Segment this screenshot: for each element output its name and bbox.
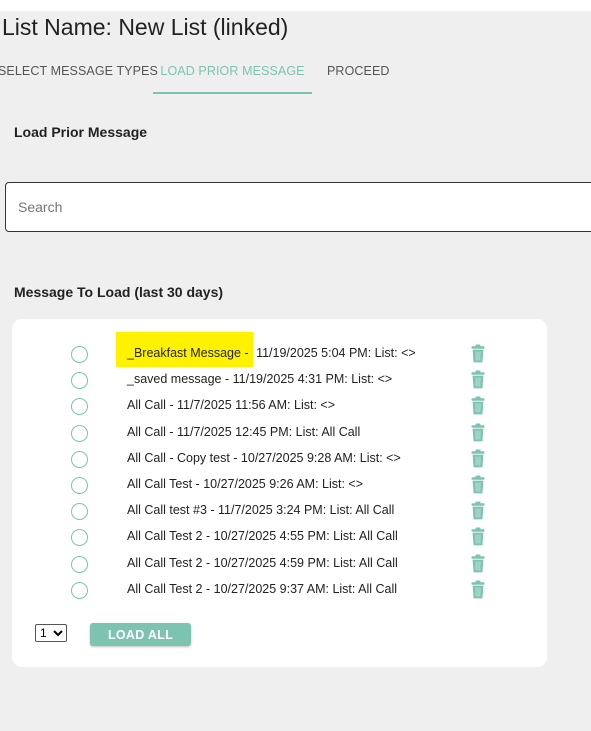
message-details: 10/27/2025 9:26 AM: List: <> [199,477,364,491]
message-details: 11/19/2025 5:04 PM: List: <> [252,346,416,360]
message-details: 11/7/2025 3:24 PM: List: All Call [214,503,395,518]
message-name: All Call test #3 - [127,503,215,518]
message-row[interactable]: All Call Test 2 - 10/27/2025 4:55 PM: Li… [12,525,547,551]
message-details: 11/7/2025 12:45 PM: List: All Call [173,424,361,439]
radio-unchecked-icon[interactable] [71,372,88,390]
tab-select-message-types[interactable]: SELECT MESSAGE TYPES [0,52,158,92]
message-details: 10/27/2025 9:28 AM: List: <> [237,450,401,465]
message-label: All Call - 11/7/2025 12:45 PM: List: All… [127,423,360,441]
message-details: 11/19/2025 4:31 PM: List: <> [229,372,393,387]
message-name: All Call Test 2 - [127,581,211,596]
message-details: 10/27/2025 4:59 PM: List: All Call [210,555,398,570]
message-label: _Breakfast Message - 11/19/2025 5:04 PM:… [116,332,416,367]
message-details: 10/27/2025 9:37 AM: List: All Call [210,581,398,596]
radio-unchecked-icon[interactable] [71,503,88,521]
load-prior-message-heading: Load Prior Message [14,124,148,140]
message-row[interactable]: All Call Test 2 - 10/27/2025 4:59 PM: Li… [12,552,547,578]
message-row[interactable]: All Call Test - 10/27/2025 9:26 AM: List… [12,473,547,499]
message-list-heading: Message To Load (last 30 days) [14,284,224,300]
load-all-button[interactable]: LOAD ALL [90,623,191,646]
message-name: All Call - [127,398,174,413]
trash-icon[interactable] [471,423,485,442]
radio-unchecked-icon[interactable] [71,346,88,363]
radio-unchecked-icon[interactable] [71,581,88,599]
tab-proceed[interactable]: PROCEED [327,52,390,92]
message-label: All Call Test 2 - 10/27/2025 4:59 PM: Li… [127,554,398,572]
message-label: _saved message - 11/19/2025 4:31 PM: Lis… [127,370,392,388]
page-select[interactable]: 1 [35,624,67,642]
message-row[interactable]: _Breakfast Message - 11/19/2025 5:04 PM:… [12,332,547,368]
message-label: All Call Test - 10/27/2025 9:26 AM: List… [127,475,363,493]
page-title: List Name: New List (linked) [2,14,289,40]
message-name: All Call - [127,424,174,439]
radio-unchecked-icon[interactable] [71,529,88,547]
radio-unchecked-icon[interactable] [71,398,88,416]
trash-icon[interactable] [471,396,485,415]
message-row[interactable]: All Call Test 2 - 10/27/2025 9:37 AM: Li… [12,578,547,604]
radio-unchecked-icon[interactable] [71,424,88,442]
message-details: 11/7/2025 11:56 AM: List: <> [173,398,336,413]
search-input[interactable] [5,182,591,232]
trash-icon[interactable] [471,554,485,573]
trash-icon[interactable] [471,580,485,599]
message-name: All Call Test - [127,477,200,491]
message-row[interactable]: All Call test #3 - 11/7/2025 3:24 PM: Li… [12,499,547,525]
message-name: All Call Test 2 - [127,529,211,544]
message-row[interactable]: All Call - 11/7/2025 11:56 AM: List: <> [12,394,547,420]
message-details: 10/27/2025 4:55 PM: List: All Call [210,529,398,544]
message-list-card: _Breakfast Message - 11/19/2025 5:04 PM:… [12,319,547,667]
message-row[interactable]: _saved message - 11/19/2025 4:31 PM: Lis… [12,368,547,394]
message-row[interactable]: All Call - Copy test - 10/27/2025 9:28 A… [12,447,547,473]
message-label: All Call Test 2 - 10/27/2025 4:55 PM: Li… [127,527,398,545]
trash-icon[interactable] [471,370,485,389]
message-label: All Call - 11/7/2025 11:56 AM: List: <> [127,396,335,414]
trash-icon[interactable] [471,527,485,546]
trash-icon[interactable] [471,475,485,494]
message-label: All Call test #3 - 11/7/2025 3:24 PM: Li… [127,501,394,519]
message-label: All Call Test 2 - 10/27/2025 9:37 AM: Li… [127,580,397,598]
message-label: All Call - Copy test - 10/27/2025 9:28 A… [127,449,401,467]
radio-unchecked-icon[interactable] [71,477,88,494]
radio-unchecked-icon[interactable] [71,555,88,573]
trash-icon[interactable] [471,449,485,468]
radio-unchecked-icon[interactable] [71,450,88,468]
tab-bar: SELECT MESSAGE TYPES LOAD PRIOR MESSAGE … [0,52,591,94]
message-name: All Call - Copy test - [127,450,238,465]
trash-icon[interactable] [471,344,485,363]
message-name: All Call Test 2 - [127,555,211,570]
trash-icon[interactable] [471,501,485,520]
tab-load-prior-message[interactable]: LOAD PRIOR MESSAGE [153,52,312,94]
message-name: _saved message - [127,372,230,387]
message-row[interactable]: All Call - 11/7/2025 12:45 PM: List: All… [12,421,547,447]
message-name: _Breakfast Message - [116,332,253,367]
